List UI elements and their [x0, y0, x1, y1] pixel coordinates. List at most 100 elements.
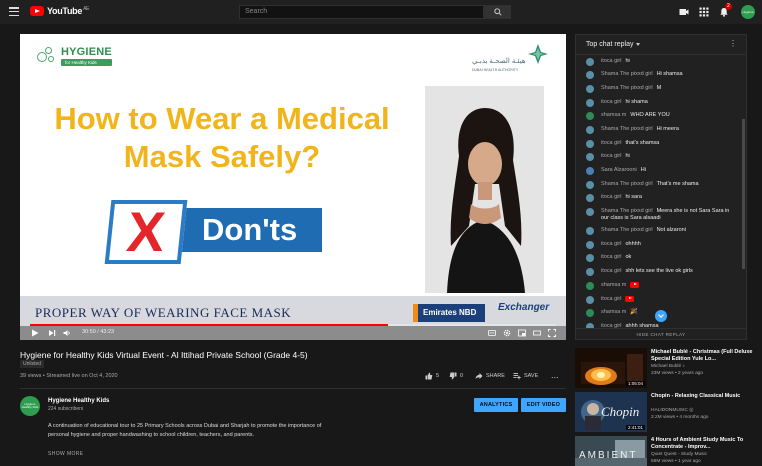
chat-avatar[interactable]: [586, 240, 594, 249]
chat-author[interactable]: itoca girl: [601, 254, 621, 260]
recommendation-title[interactable]: 4 Hours of Ambient Study Music To Concen…: [651, 437, 755, 451]
video-thumbnail[interactable]: 1:05:04: [575, 348, 647, 388]
like-button[interactable]: 5: [425, 372, 439, 380]
recommendation-item[interactable]: AMBIENT 4 Hours of Ambient Study Music T…: [575, 436, 755, 466]
recommendation-channel[interactable]: HALIDONMUSIC ◎: [651, 408, 693, 415]
chat-avatar[interactable]: [586, 125, 594, 134]
recommendation-channel[interactable]: Michael Bublé ♪: [651, 364, 685, 371]
volume-icon[interactable]: [63, 329, 71, 337]
chat-author[interactable]: Sara Alzarooni: [601, 167, 637, 173]
chat-message[interactable]: itoca girl: [576, 293, 746, 307]
recommendation-item[interactable]: 1:05:04 Michael Bublé - Christmas (Full …: [575, 348, 755, 388]
chat-message[interactable]: shamsa m: [576, 279, 746, 293]
chat-author[interactable]: itoca girl: [601, 296, 621, 302]
chat-author[interactable]: shamsa m: [601, 309, 626, 315]
chat-avatar[interactable]: [586, 309, 594, 318]
youtube-logo[interactable]: YouTubeAE: [30, 6, 89, 16]
search-button[interactable]: [484, 5, 511, 19]
chat-author[interactable]: Shama The pixxd girl: [601, 208, 653, 214]
menu-icon[interactable]: [9, 7, 19, 16]
chat-author[interactable]: itoca girl: [601, 153, 621, 159]
search-input[interactable]: Search: [239, 5, 484, 19]
chat-author[interactable]: itoca girl: [601, 58, 621, 64]
jump-to-bottom-button[interactable]: [655, 310, 667, 322]
chat-avatar[interactable]: [586, 180, 594, 189]
chat-author[interactable]: Shama The pixxd girl: [601, 85, 653, 91]
video-thumbnail[interactable]: AMBIENT: [575, 436, 647, 466]
apps-grid-icon[interactable]: [699, 7, 709, 17]
video-thumbnail[interactable]: Chopin 2:41:01: [575, 392, 647, 432]
chat-avatar[interactable]: [586, 139, 594, 148]
chat-author[interactable]: Shama The pixxd girl: [601, 126, 653, 132]
chat-avatar[interactable]: [586, 295, 594, 304]
chat-author[interactable]: itoca girl: [601, 241, 621, 247]
chat-message[interactable]: Shama The pixxd girl Meera she is not Sar…: [576, 206, 746, 225]
chat-author[interactable]: shamsa m: [601, 282, 626, 288]
analytics-button[interactable]: ANALYTICS: [474, 398, 518, 412]
chat-scrollbar[interactable]: [742, 119, 745, 269]
chat-avatar[interactable]: [586, 281, 594, 290]
chat-message[interactable]: itoca girl ohhhh: [576, 238, 746, 252]
chat-avatar[interactable]: [586, 153, 594, 162]
show-more-button[interactable]: SHOW MORE: [48, 451, 84, 457]
chat-header[interactable]: Top chat replay ⋮: [576, 35, 746, 55]
chat-avatar[interactable]: [586, 98, 594, 107]
chat-avatar[interactable]: [586, 208, 594, 217]
chat-avatar[interactable]: [586, 112, 594, 121]
chat-message[interactable]: itoca girl shh lets see the live ok girls: [576, 266, 746, 280]
next-icon[interactable]: [48, 329, 56, 337]
chat-message[interactable]: Shama The pixxd girl Not alzaroni: [576, 225, 746, 239]
chat-avatar[interactable]: [586, 71, 594, 80]
more-actions-button[interactable]: ...: [551, 370, 559, 380]
chat-message[interactable]: Shama The pixxd girl M: [576, 82, 746, 96]
chat-message[interactable]: itoca girl hi shama: [576, 96, 746, 110]
theater-mode-icon[interactable]: [533, 329, 541, 337]
chat-message[interactable]: itoca girl ok: [576, 252, 746, 266]
edit-video-button[interactable]: EDIT VIDEO: [521, 398, 566, 412]
chat-message[interactable]: Shama The pixxd girl That's me shama: [576, 178, 746, 192]
save-button[interactable]: SAVE: [513, 372, 538, 380]
chat-message[interactable]: Shama The pixxd girl Hi meera: [576, 123, 746, 137]
miniplayer-icon[interactable]: [518, 329, 526, 337]
recommendation-item[interactable]: Chopin 2:41:01 Chopin - Relaxing Classic…: [575, 392, 755, 432]
chat-author[interactable]: itoca girl: [601, 140, 621, 146]
chat-author[interactable]: Shama The pixxd girl: [601, 71, 653, 77]
create-video-icon[interactable]: [679, 7, 689, 17]
chat-message[interactable]: itoca girl hi: [576, 151, 746, 165]
chat-avatar[interactable]: [586, 254, 594, 263]
channel-name[interactable]: Hygiene Healthy Kids: [48, 398, 109, 404]
chat-avatar[interactable]: [586, 268, 594, 277]
chat-author[interactable]: itoca girl: [601, 194, 621, 200]
chat-avatar[interactable]: [586, 167, 594, 175]
chevron-down-icon[interactable]: [636, 42, 641, 46]
fullscreen-icon[interactable]: [548, 329, 556, 337]
chat-message[interactable]: itoca girl hi: [576, 55, 746, 69]
chat-avatar[interactable]: [586, 194, 594, 203]
chat-message[interactable]: Sara Alzarooni Hi: [576, 165, 746, 179]
dislike-button[interactable]: 0: [449, 372, 463, 380]
chat-author[interactable]: Shama The pixxd girl: [601, 181, 653, 187]
settings-gear-icon[interactable]: [503, 329, 511, 337]
chat-author[interactable]: Shama The pixxd girl: [601, 227, 653, 233]
captions-icon[interactable]: [488, 329, 496, 337]
hide-chat-replay-button[interactable]: HIDE CHAT REPLAY: [576, 328, 746, 340]
chat-author[interactable]: itoca girl: [601, 99, 621, 105]
recommendation-channel[interactable]: Quiet Quest - Study Music: [651, 452, 707, 459]
chat-message[interactable]: shamsa m WHO ARE YOU: [576, 110, 746, 124]
chat-message[interactable]: Shama The pixxd girl Hi shamsa: [576, 69, 746, 83]
chat-author[interactable]: itoca girl: [601, 268, 621, 274]
recommendation-title[interactable]: Michael Bublé - Christmas (Full Deluxe S…: [651, 349, 755, 363]
channel-avatar[interactable]: Hygiene Healthy Kids: [20, 396, 40, 416]
share-button[interactable]: SHARE: [475, 372, 505, 380]
chat-mode-label[interactable]: Top chat replay: [586, 41, 633, 48]
recommendation-title[interactable]: Chopin - Relaxing Classical Music: [651, 393, 755, 400]
chat-message[interactable]: itoca girl hi sara: [576, 192, 746, 206]
chat-author[interactable]: shamsa m: [601, 112, 626, 118]
chat-message[interactable]: itoca girl that's shamsa: [576, 137, 746, 151]
account-avatar[interactable]: Hygiene: [741, 5, 755, 19]
chat-avatar[interactable]: [586, 84, 594, 93]
video-player[interactable]: HYGIENE for Healthy Kids هيئـة الصحـة بد…: [20, 34, 566, 340]
chat-message-list[interactable]: itoca girl hi Shama The pixxd girl Hi shams…: [576, 55, 746, 329]
play-icon[interactable]: [31, 329, 39, 337]
chat-avatar[interactable]: [586, 227, 594, 236]
